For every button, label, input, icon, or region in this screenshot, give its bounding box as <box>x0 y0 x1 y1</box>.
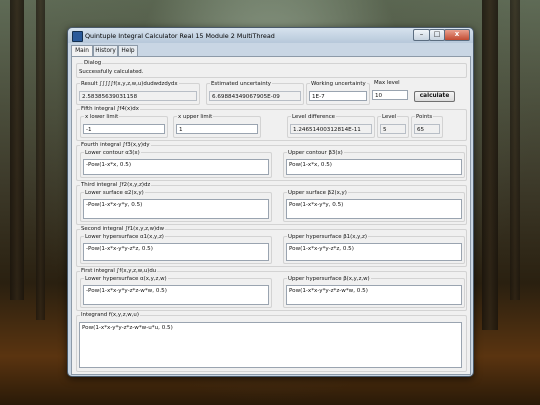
result-value[interactable]: 2.58385639031158 <box>79 91 197 101</box>
points-label: Points <box>415 114 434 120</box>
maximize-button[interactable]: □ <box>429 29 445 41</box>
lower-hypersurface-1-group: Lower hypersurface α1(x,y,z) -Pow(1-x*x-… <box>80 234 272 264</box>
upper-hypersurface-1-label: Upper hypersurface β1(x,y,z) <box>287 234 368 240</box>
estimated-uncertainty-group: Estimated uncertainty 6.69884349067905E-… <box>206 81 304 105</box>
calculate-button[interactable]: calculate <box>414 91 455 102</box>
result-label: Result ∫∫∫∫∫f(x,y,z,w,u)dudwdzdydx <box>80 81 179 87</box>
lower-surface-label: Lower surface α2(x,y) <box>84 190 145 196</box>
fifth-integral-label: Fifth integral ∫f4(x)dx <box>80 106 140 112</box>
lower-hypersurface-label: Lower hypersurface α(x,y,z,w) <box>84 276 168 282</box>
lower-hypersurface-input[interactable]: -Pow(1-x*x-y*y-z*z-w*w, 0.5) <box>83 285 269 305</box>
integrand-label: Integrand f(x,y,z,w,u) <box>80 312 140 318</box>
upper-contour-input[interactable]: Pow(1-x*x, 0.5) <box>286 159 462 175</box>
close-button[interactable]: x <box>444 29 470 41</box>
forest-tree <box>482 0 498 330</box>
points-value[interactable]: 65 <box>414 124 440 134</box>
upper-hypersurface-label: Upper hypersurface β(x,y,z,w) <box>287 276 371 282</box>
upper-hypersurface-input[interactable]: Pow(1-x*x-y*y-z*z-w*w, 0.5) <box>286 285 462 305</box>
lower-surface-input[interactable]: -Pow(1-x*x-y*y, 0.5) <box>83 199 269 219</box>
integrand-input[interactable]: Pow(1-x*x-y*y-z*z-w*w-u*u, 0.5) <box>79 322 462 368</box>
level-value[interactable]: 5 <box>380 124 406 134</box>
title-bar[interactable]: Quintuple Integral Calculator Real 15 Mo… <box>68 28 473 43</box>
upper-surface-label: Upper surface β2(x,y) <box>287 190 348 196</box>
fifth-integral-group: Fifth integral ∫f4(x)dx x lower limit -1… <box>76 106 467 141</box>
lower-hypersurface-1-label: Lower hypersurface α1(x,y,z) <box>84 234 165 240</box>
forest-tree <box>10 0 24 300</box>
max-level-input[interactable]: 10 <box>372 90 408 100</box>
upper-contour-group: Upper contour β3(x) Pow(1-x*x, 0.5) <box>283 150 465 178</box>
estimated-uncertainty-label: Estimated uncertainty <box>210 81 272 87</box>
lower-hypersurface-group: Lower hypersurface α(x,y,z,w) -Pow(1-x*x… <box>80 276 272 308</box>
working-uncertainty-label: Working uncertainty <box>310 81 367 87</box>
lower-contour-input[interactable]: -Pow(1-x*x, 0.5) <box>83 159 269 175</box>
level-group: Level 5 <box>377 114 409 138</box>
estimated-uncertainty-value[interactable]: 6.69884349067905E-09 <box>209 91 301 101</box>
app-window: Quintuple Integral Calculator Real 15 Mo… <box>67 27 474 377</box>
working-uncertainty-input[interactable]: 1E-7 <box>309 91 367 101</box>
forest-tree <box>510 0 520 300</box>
x-lower-input[interactable]: -1 <box>83 124 165 134</box>
first-integral-label: First integral ∫f(x,y,z,w,u)du <box>80 268 158 274</box>
x-upper-group: x upper limit 1 <box>173 114 261 138</box>
upper-hypersurface-1-input[interactable]: Pow(1-x*x-y*y-z*z, 0.5) <box>286 243 462 261</box>
dialog-group: Dialog Successfully calculated. <box>76 60 467 78</box>
upper-hypersurface-group: Upper hypersurface β(x,y,z,w) Pow(1-x*x-… <box>283 276 465 308</box>
points-group: Points 65 <box>411 114 443 138</box>
x-lower-group: x lower limit -1 <box>80 114 168 138</box>
x-upper-label: x upper limit <box>177 114 214 120</box>
upper-surface-input[interactable]: Pow(1-x*x-y*y, 0.5) <box>286 199 462 219</box>
third-integral-group: Third integral ∫f2(x,y,z)dz Lower surfac… <box>76 182 467 225</box>
working-uncertainty-group: Working uncertainty 1E-7 <box>306 81 370 105</box>
fourth-integral-group: Fourth integral ∫f3(x,y)dy Lower contour… <box>76 142 467 181</box>
second-integral-label: Second integral ∫f1(x,y,z,w)dw <box>80 226 165 232</box>
minimize-button[interactable]: – <box>413 29 430 41</box>
max-level-label: Max level <box>374 80 400 86</box>
x-upper-input[interactable]: 1 <box>176 124 258 134</box>
level-label: Level <box>381 114 398 120</box>
dialog-label: Dialog <box>83 60 103 66</box>
dialog-message: Successfully calculated. <box>79 69 144 75</box>
tab-help[interactable]: Help <box>118 45 138 56</box>
lower-contour-group: Lower contour α3(x) -Pow(1-x*x, 0.5) <box>80 150 272 178</box>
lower-hypersurface-1-input[interactable]: -Pow(1-x*x-y*y-z*z, 0.5) <box>83 243 269 261</box>
third-integral-label: Third integral ∫f2(x,y,z)dz <box>80 182 152 188</box>
level-difference-value[interactable]: 1.24651400312814E-11 <box>290 124 372 134</box>
level-difference-label: Level difference <box>291 114 337 120</box>
lower-contour-label: Lower contour α3(x) <box>84 150 141 156</box>
x-lower-label: x lower limit <box>84 114 120 120</box>
max-level-group: Max level 10 <box>372 80 408 103</box>
integrand-group: Integrand f(x,y,z,w,u) Pow(1-x*x-y*y-z*z… <box>76 312 467 372</box>
main-panel: Dialog Successfully calculated. Result ∫… <box>71 56 471 375</box>
upper-contour-label: Upper contour β3(x) <box>287 150 344 156</box>
second-integral-group: Second integral ∫f1(x,y,z,w)dw Lower hyp… <box>76 226 467 267</box>
upper-hypersurface-1-group: Upper hypersurface β1(x,y,z) Pow(1-x*x-y… <box>283 234 465 264</box>
level-difference-group: Level difference 1.24651400312814E-11 <box>287 114 375 138</box>
window-title: Quintuple Integral Calculator Real 15 Mo… <box>85 32 275 40</box>
upper-surface-group: Upper surface β2(x,y) Pow(1-x*x-y*y, 0.5… <box>283 190 465 222</box>
tab-history[interactable]: History <box>93 45 118 56</box>
app-icon <box>72 31 83 42</box>
fourth-integral-label: Fourth integral ∫f3(x,y)dy <box>80 142 151 148</box>
forest-tree <box>36 0 45 320</box>
lower-surface-group: Lower surface α2(x,y) -Pow(1-x*x-y*y, 0.… <box>80 190 272 222</box>
result-group: Result ∫∫∫∫∫f(x,y,z,w,u)dudwdzdydx 2.583… <box>76 81 200 105</box>
first-integral-group: First integral ∫f(x,y,z,w,u)du Lower hyp… <box>76 268 467 311</box>
